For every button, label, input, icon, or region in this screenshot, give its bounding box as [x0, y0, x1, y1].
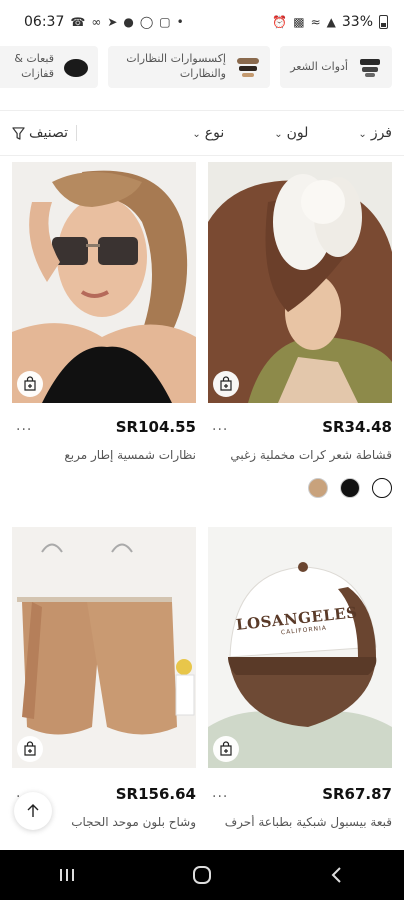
recent-apps-button[interactable]	[37, 855, 97, 895]
chevron-down-icon: ⌄	[192, 128, 201, 140]
add-to-cart-button[interactable]	[17, 371, 43, 397]
home-icon	[192, 866, 211, 884]
status-right: ⏰ ▩ ≈ ▲ 33%	[272, 14, 388, 30]
category-chip-hair-tools[interactable]: أدوات الشعر	[280, 46, 392, 88]
instagram-icon: ▢	[159, 15, 171, 29]
filter-color-label: لون	[286, 125, 309, 141]
product-image[interactable]: LOSANGELES CALIFORNIA	[208, 527, 392, 768]
add-to-cart-button[interactable]	[213, 371, 239, 397]
product-image[interactable]	[12, 162, 196, 403]
clock: 06:37	[24, 14, 65, 30]
product-price: SR34.48	[322, 418, 392, 436]
dot-icon: •	[176, 15, 184, 29]
battery-icon	[379, 15, 388, 29]
product-title[interactable]: نظارات شمسية إطار مربع	[12, 448, 196, 462]
battery-percent: 33%	[341, 14, 373, 30]
product-image[interactable]	[208, 162, 392, 403]
filter-category-label: تصنيف	[29, 125, 68, 141]
shopping-bag-plus-icon	[24, 376, 36, 391]
system-navigation-bar	[0, 850, 404, 900]
whatsapp-icon: ☎	[70, 15, 86, 29]
category-chips: أدوات الشعر إكسسوارات النظارات والنظارات…	[0, 44, 404, 94]
messenger-icon: ◯	[139, 15, 154, 29]
filter-type[interactable]: نوع ⌄	[192, 125, 224, 141]
chevron-down-icon: ⌄	[358, 128, 367, 140]
arrow-up-icon	[27, 804, 39, 817]
product-price: SR67.87	[322, 785, 392, 803]
hijab-scarf-photo	[12, 527, 196, 768]
category-chip-hats[interactable]: قبعات & قفازات	[0, 46, 98, 88]
hair-clip-photo	[208, 162, 392, 403]
product-title[interactable]: قبعة بيسبول شبكية بطباعة أحرف	[208, 815, 392, 829]
swatch-tan[interactable]	[308, 478, 328, 498]
product-price: SR104.55	[115, 418, 196, 436]
swatch-black[interactable]	[340, 478, 360, 498]
filter-bar: فرز ⌄ لون ⌄ نوع ⌄ تصنيف	[0, 110, 404, 156]
telegram-icon: ➤	[107, 15, 118, 29]
category-chip-label: إكسسوارات النظارات والنظارات	[126, 52, 226, 80]
hair-tools-thumb-icon	[360, 59, 380, 77]
sunglasses-photo	[12, 162, 196, 403]
add-to-cart-button[interactable]	[213, 736, 239, 762]
chevron-down-icon: ⌄	[274, 128, 283, 140]
more-options-button[interactable]: ...	[212, 418, 228, 434]
filter-divider	[75, 125, 77, 141]
product-price: SR156.64	[115, 785, 196, 803]
category-chip-label: قبعات & قفازات	[14, 52, 54, 80]
more-options-button[interactable]: ...	[16, 418, 32, 434]
category-chip-label: أدوات الشعر	[290, 59, 348, 73]
filter-category-button[interactable]: تصنيف	[12, 125, 68, 141]
filter-color[interactable]: لون ⌄	[274, 125, 308, 141]
status-left: 06:37 ☎ ∞ ➤ ● ◯ ▢ •	[24, 14, 184, 30]
eyewear-thumb-icon	[237, 58, 259, 77]
recent-apps-icon	[60, 869, 75, 881]
hat-thumb-icon	[64, 59, 88, 77]
home-button[interactable]	[172, 855, 232, 895]
shopping-bag-plus-icon	[24, 741, 36, 756]
funnel-icon	[12, 126, 25, 140]
infinity-icon: ∞	[91, 15, 102, 29]
filter-sort[interactable]: فرز ⌄	[358, 125, 392, 141]
back-chevron-icon	[331, 867, 341, 883]
back-button[interactable]	[307, 855, 367, 895]
baseball-cap-photo	[208, 527, 392, 768]
more-options-button[interactable]: ...	[212, 785, 228, 801]
add-to-cart-button[interactable]	[17, 736, 43, 762]
location-icon: ●	[123, 15, 134, 29]
color-swatches	[308, 478, 392, 498]
filter-type-label: نوع	[204, 125, 225, 141]
signal-icon: ▲	[326, 15, 336, 29]
shopping-bag-plus-icon	[220, 376, 232, 391]
scroll-to-top-button[interactable]	[14, 792, 52, 830]
product-grid: SR34.48 ... قشاطة شعر كرات مخملية زغبي S…	[0, 162, 404, 850]
swatch-white[interactable]	[372, 478, 392, 498]
wifi-icon: ≈	[310, 15, 321, 29]
product-image[interactable]	[12, 527, 196, 768]
filter-sort-label: فرز	[370, 125, 392, 141]
vibrate-icon: ▩	[293, 15, 305, 29]
alarm-icon: ⏰	[272, 15, 288, 29]
shopping-bag-plus-icon	[220, 741, 232, 756]
status-bar: 06:37 ☎ ∞ ➤ ● ◯ ▢ • ⏰ ▩ ≈ ▲ 33%	[0, 0, 404, 44]
category-chip-eyewear[interactable]: إكسسوارات النظارات والنظارات	[108, 46, 270, 88]
product-title[interactable]: قشاطة شعر كرات مخملية زغبي	[208, 448, 392, 462]
